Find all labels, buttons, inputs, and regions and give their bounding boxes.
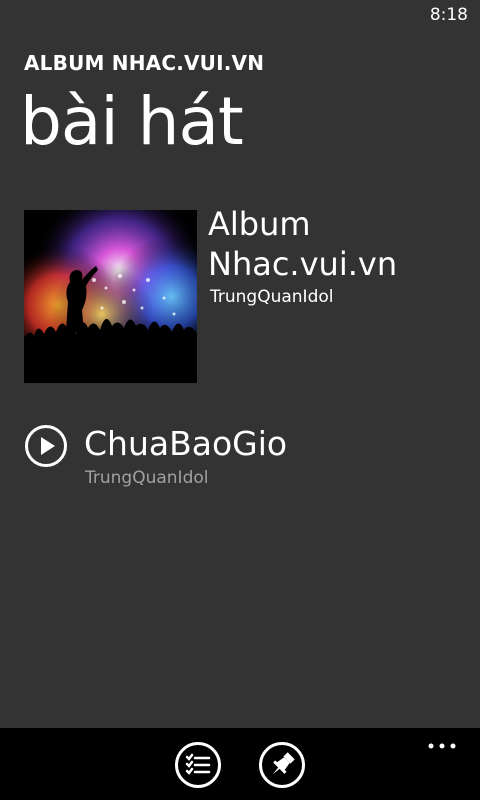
app-bar [0, 728, 480, 800]
album-item[interactable]: Album Nhac.vui.vn TrungQuanIdol [24, 205, 464, 383]
pin-icon [259, 742, 305, 788]
song-artist: TrungQuanIdol [85, 468, 209, 488]
page-title: bài hát [20, 83, 244, 160]
status-clock: 8:18 [429, 5, 468, 25]
app-title: ALBUM NHAC.VUI.VN [24, 51, 265, 75]
song-title: ChuaBaoGio [84, 424, 288, 463]
album-title: Album Nhac.vui.vn [208, 205, 398, 283]
song-list-item[interactable]: ChuaBaoGio TrungQuanIdol [24, 420, 464, 492]
album-art-image [24, 210, 197, 383]
pin-button[interactable] [258, 741, 306, 789]
play-circle-icon[interactable] [24, 424, 68, 468]
ellipsis-icon[interactable] [428, 736, 456, 749]
album-artist: TrungQuanIdol [210, 287, 334, 307]
status-bar: 8:18 [0, 0, 480, 32]
playlist-button[interactable] [174, 741, 222, 789]
playlist-icon [175, 742, 221, 788]
concert-album-art [24, 210, 197, 383]
